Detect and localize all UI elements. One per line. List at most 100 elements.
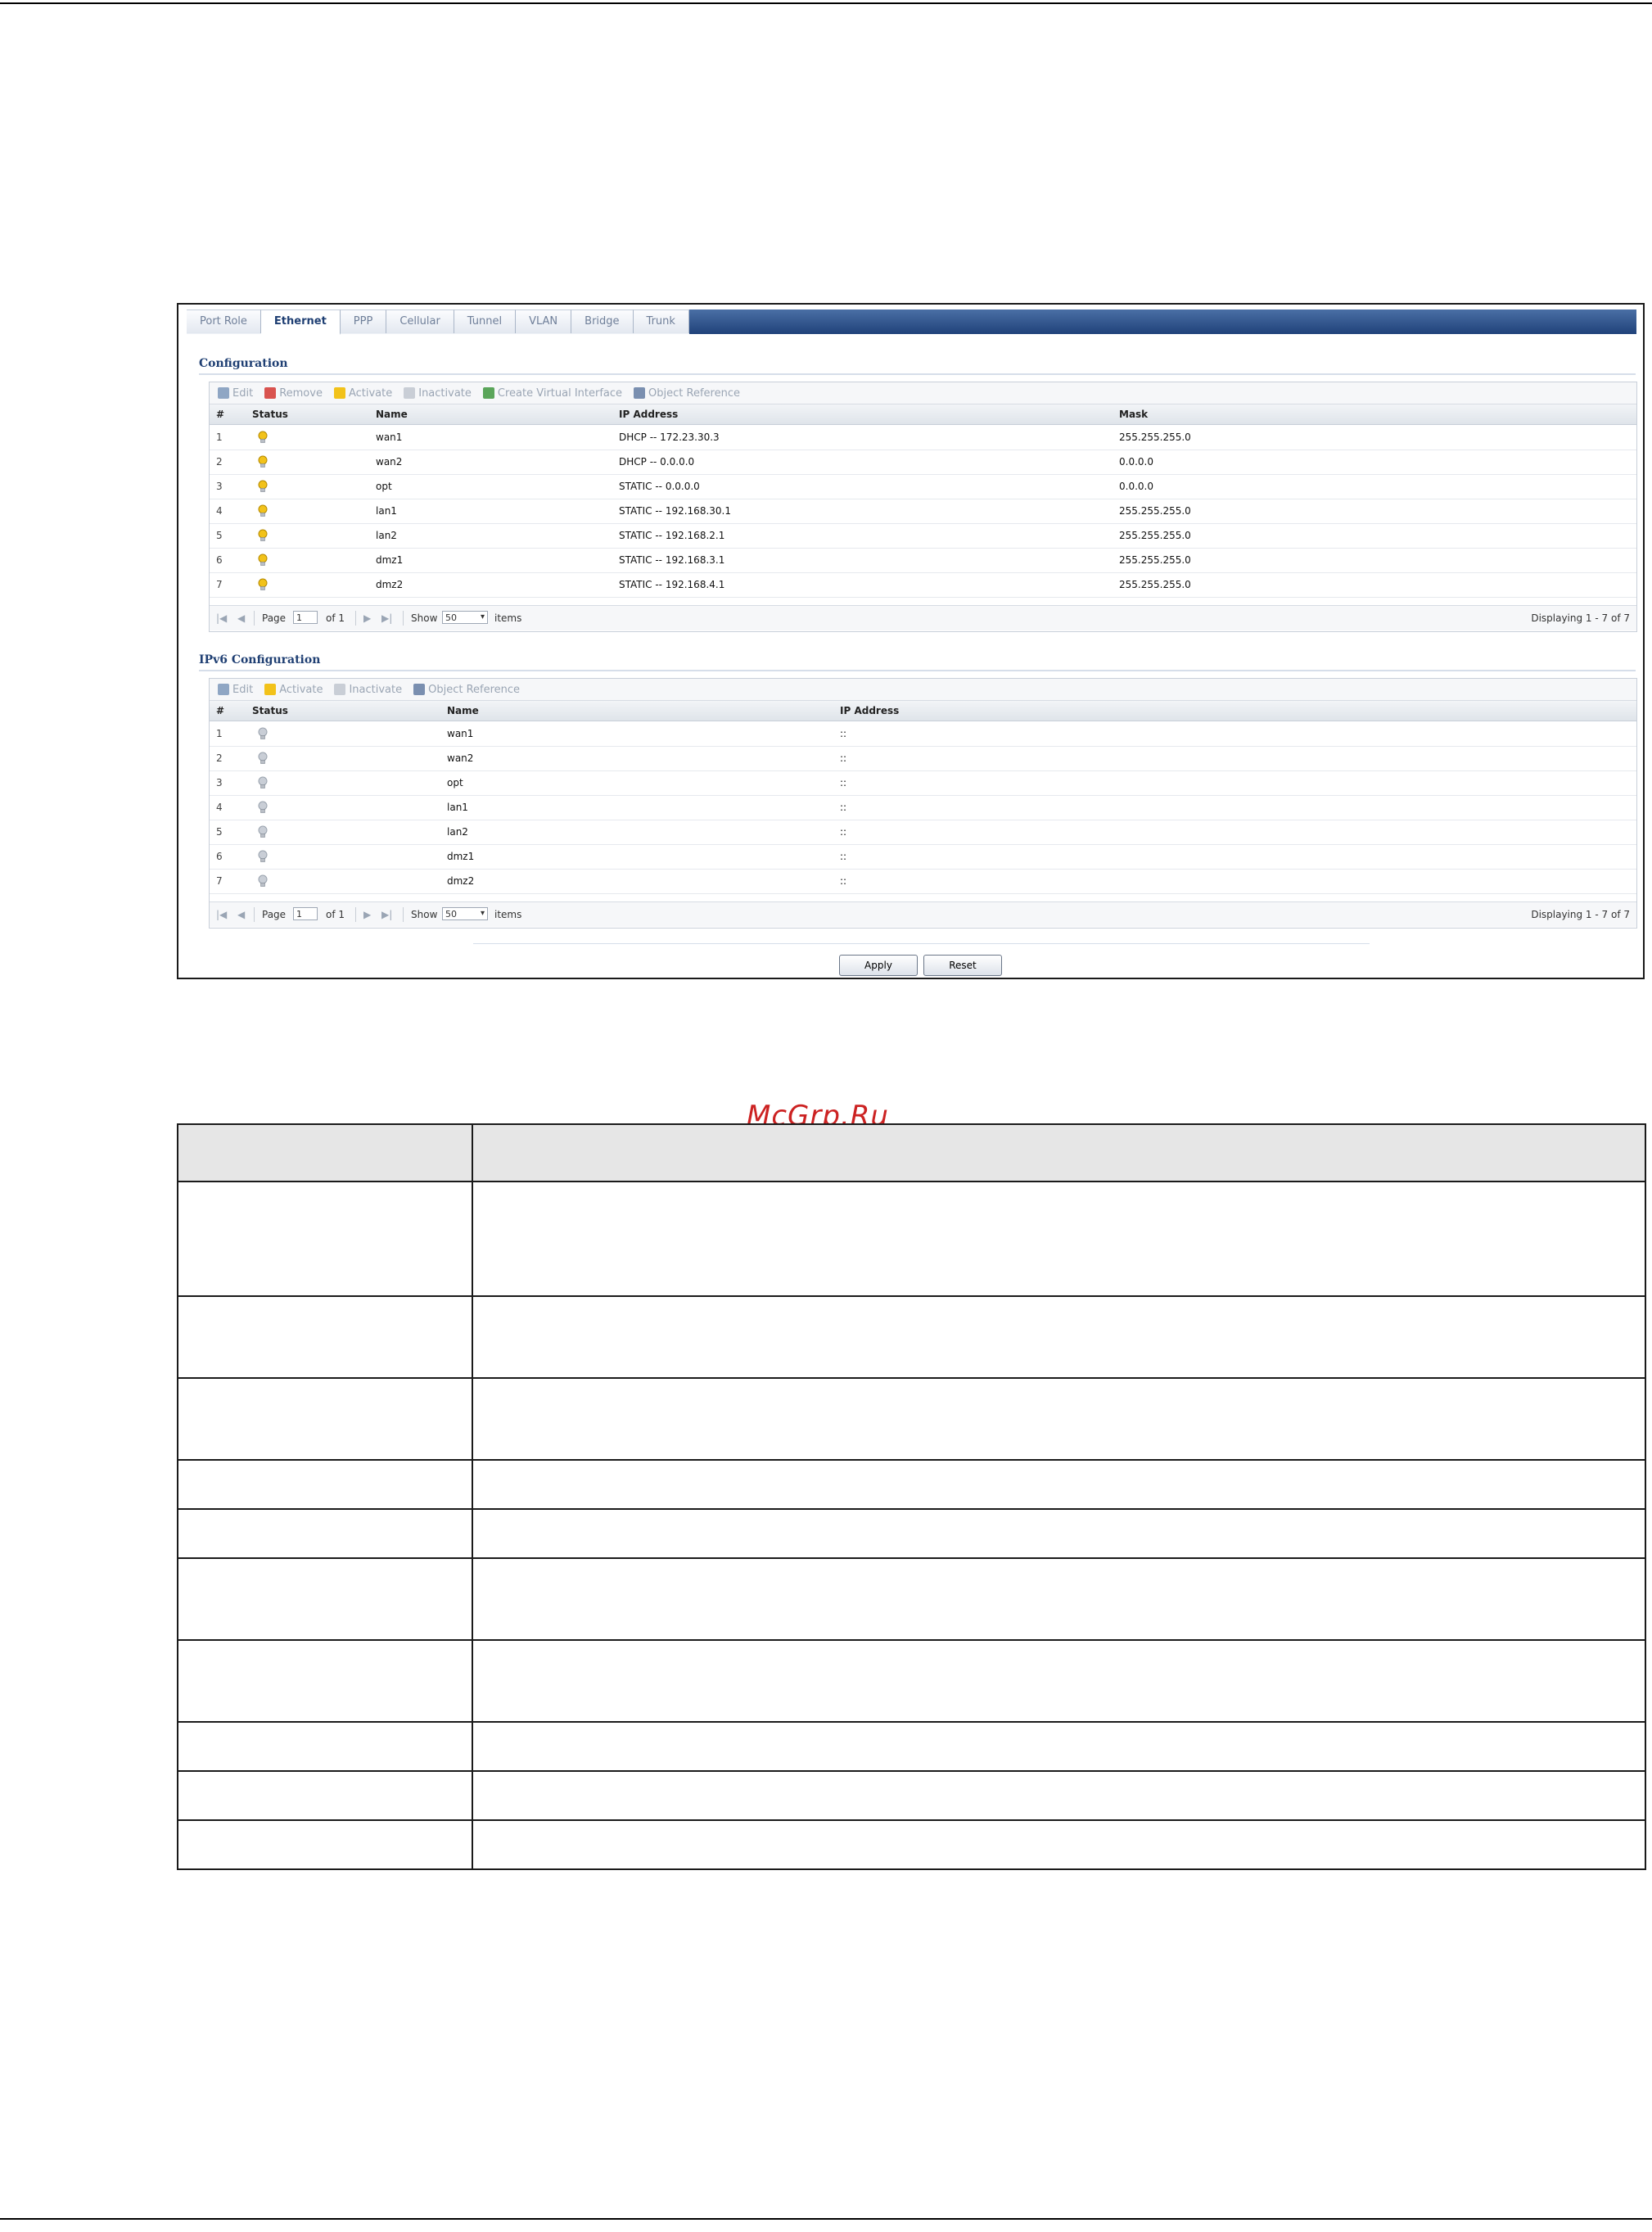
tab-vlan[interactable]: VLAN xyxy=(516,309,572,333)
bulb-off-icon[interactable] xyxy=(257,801,269,814)
toolbar-create-virtual-interface-button[interactable]: Create Virtual Interface xyxy=(482,387,622,400)
table-row[interactable]: 1 wan1 DHCP -- 172.23.30.3 255.255.255.0 xyxy=(210,425,1636,450)
toolbar-activate-button[interactable]: Activate xyxy=(264,684,323,696)
bulb-on-icon[interactable] xyxy=(257,431,269,444)
toolbar-inactivate-button[interactable]: Inactivate xyxy=(334,684,402,696)
toolbar-object-reference-button[interactable]: Object Reference xyxy=(634,387,740,400)
tab-port-role[interactable]: Port Role xyxy=(187,309,261,333)
apply-button[interactable]: Apply xyxy=(839,955,918,976)
table-cell xyxy=(177,1557,473,1641)
interface-name: wan2 xyxy=(447,752,474,764)
table-row[interactable]: 5 lan2:: xyxy=(210,820,1636,845)
bulb-on-icon[interactable] xyxy=(257,529,269,542)
toolbar-label: Object Reference xyxy=(648,386,740,400)
table-row[interactable]: 4 lan1:: xyxy=(210,795,1636,820)
table-row[interactable]: 6 dmz1 STATIC -- 192.168.3.1 255.255.255.0 xyxy=(210,548,1636,573)
toolbar-object-reference-button[interactable]: Object Reference xyxy=(413,684,520,696)
table-row[interactable]: 3 opt:: xyxy=(210,770,1636,796)
first-page-icon[interactable]: |◀ xyxy=(216,902,227,927)
interface-name: opt xyxy=(376,481,392,492)
page-number-input[interactable]: 1 xyxy=(293,907,318,920)
last-page-icon[interactable]: ▶| xyxy=(381,902,392,927)
ipv6-address: :: xyxy=(840,802,847,813)
bulb-off-icon[interactable] xyxy=(257,727,269,740)
page-top-rule xyxy=(0,2,1652,4)
pager-separator xyxy=(403,907,404,922)
page-size-select[interactable]: 50 ▾ xyxy=(442,611,488,624)
table-row[interactable]: 7 dmz2 STATIC -- 192.168.4.1 255.255.255.0 xyxy=(210,572,1636,598)
ipv6-address: :: xyxy=(840,851,847,862)
table-row[interactable]: 1 wan1:: xyxy=(210,721,1636,747)
page-label: Page xyxy=(262,612,287,624)
bulb-off-icon[interactable] xyxy=(257,776,269,789)
table-cell xyxy=(472,1639,1646,1723)
toolbar-label: Inactivate xyxy=(349,683,403,696)
table-cell xyxy=(177,1819,473,1870)
table-header-row xyxy=(177,1123,1646,1182)
bulb-on-icon[interactable] xyxy=(257,504,269,517)
toolbar-remove-button[interactable]: Remove xyxy=(264,387,323,400)
bulb-off-icon[interactable] xyxy=(257,825,269,838)
tab-ethernet[interactable]: Ethernet xyxy=(260,309,341,335)
interface-name: dmz2 xyxy=(376,579,404,590)
table-row[interactable]: 6 dmz1:: xyxy=(210,844,1636,870)
displaying-count: Displaying 1 - 7 of 7 xyxy=(1531,909,1630,920)
toolbar-edit-button[interactable]: Edit xyxy=(218,684,253,696)
page-number-input[interactable]: 1 xyxy=(293,611,318,624)
table-row[interactable]: 4 lan1 STATIC -- 192.168.30.1 255.255.255.0 xyxy=(210,499,1636,524)
table-row xyxy=(177,1819,1646,1870)
tab-ppp[interactable]: PPP xyxy=(340,309,387,333)
next-page-icon[interactable]: ▶ xyxy=(363,606,371,630)
bulb-on-icon[interactable] xyxy=(257,480,269,493)
table-row[interactable]: 2 wan2 DHCP -- 0.0.0.0 0.0.0.0 xyxy=(210,450,1636,475)
tab-tunnel[interactable]: Tunnel xyxy=(454,309,517,333)
ip-address: STATIC -- 192.168.2.1 xyxy=(619,530,725,541)
bulb-off-icon[interactable] xyxy=(257,752,269,765)
toolbar-edit-button[interactable]: Edit xyxy=(218,387,253,400)
table-row[interactable]: 3 opt STATIC -- 0.0.0.0 0.0.0.0 xyxy=(210,474,1636,499)
subnet-mask: 255.255.255.0 xyxy=(1119,431,1191,443)
table-row[interactable]: 5 lan2 STATIC -- 192.168.2.1 255.255.255.0 xyxy=(210,523,1636,549)
prev-page-icon[interactable]: ◀ xyxy=(237,902,245,927)
tab-cellular[interactable]: Cellular xyxy=(386,309,454,333)
ipv6-address: :: xyxy=(840,875,847,887)
table-cell xyxy=(472,1819,1646,1870)
table-row[interactable]: 2 wan2:: xyxy=(210,746,1636,771)
bulb-on-icon[interactable] xyxy=(257,455,269,468)
table-row xyxy=(177,1639,1646,1723)
reference-icon xyxy=(413,684,426,695)
table-row xyxy=(177,1295,1646,1379)
table-cell xyxy=(177,1181,473,1297)
ip-address: STATIC -- 192.168.3.1 xyxy=(619,554,725,566)
ipv6-address: :: xyxy=(840,728,847,739)
trash-icon xyxy=(264,387,277,399)
show-label: Show xyxy=(411,909,438,920)
last-page-icon[interactable]: ▶| xyxy=(381,606,392,630)
table-cell xyxy=(177,1639,473,1723)
button-bar-divider xyxy=(473,943,1370,944)
tab-trunk[interactable]: Trunk xyxy=(633,309,689,333)
tab-bridge[interactable]: Bridge xyxy=(571,309,634,333)
items-label: items xyxy=(494,612,522,624)
reset-button[interactable]: Reset xyxy=(923,955,1002,976)
page-size-select[interactable]: 50 ▾ xyxy=(442,907,488,920)
next-page-icon[interactable]: ▶ xyxy=(363,902,371,927)
bulb-on-icon[interactable] xyxy=(257,578,269,591)
toolbar-activate-button[interactable]: Activate xyxy=(333,387,392,400)
prev-page-icon[interactable]: ◀ xyxy=(237,606,245,630)
ipv6-pager: |◀ ◀ Page 1 of 1 ▶ ▶| Show 50 ▾ items Dis… xyxy=(210,901,1636,927)
toolbar-inactivate-button[interactable]: Inactivate xyxy=(404,387,472,400)
bulb-off-icon[interactable] xyxy=(257,850,269,863)
row-number: 6 xyxy=(216,851,223,862)
first-page-icon[interactable]: |◀ xyxy=(216,606,227,630)
bulb-on-icon[interactable] xyxy=(257,553,269,567)
table-cell xyxy=(472,1295,1646,1379)
row-number: 4 xyxy=(216,505,223,517)
table-row[interactable]: 7 dmz2:: xyxy=(210,869,1636,894)
bulb-off-icon[interactable] xyxy=(257,874,269,888)
table-row xyxy=(177,1557,1646,1641)
interface-name: opt xyxy=(447,777,463,788)
row-number: 7 xyxy=(216,875,223,887)
table-cell xyxy=(177,1770,473,1821)
interface-name: lan1 xyxy=(447,802,468,813)
